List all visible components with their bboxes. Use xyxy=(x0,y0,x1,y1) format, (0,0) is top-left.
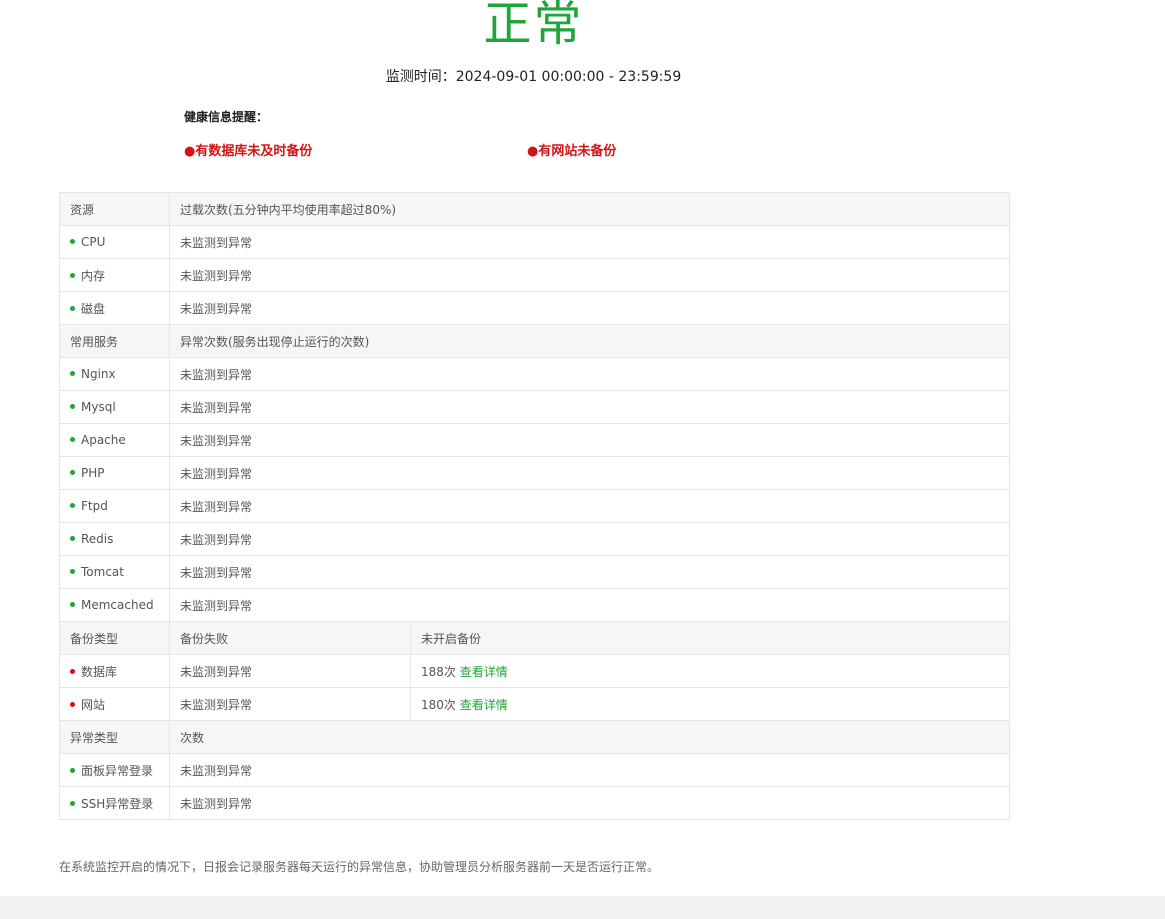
backup-header-not-enabled: 未开启备份 xyxy=(409,621,1011,655)
row-name: CPU xyxy=(81,235,106,249)
bottom-bar xyxy=(0,896,1165,919)
row-value: 未监测到异常 xyxy=(168,588,1011,622)
status-dot-icon xyxy=(70,800,75,806)
row-name: Redis xyxy=(81,532,114,546)
row-not-enabled-count: 188次 xyxy=(421,664,456,679)
monitor-time: 监测时间：2024-09-01 00:00:00 - 23:59:59 xyxy=(385,69,682,85)
status-dot-icon xyxy=(70,305,75,311)
row-name: PHP xyxy=(81,466,105,480)
row-value: 未监测到异常 xyxy=(168,423,1011,457)
table-row: Ftpd 未监测到异常 xyxy=(59,489,1011,523)
row-value: 未监测到异常 xyxy=(168,522,1011,556)
row-value: 未监测到异常 xyxy=(168,489,1011,523)
status-dot-icon xyxy=(70,437,75,442)
row-value: 未监测到异常 xyxy=(168,456,1011,490)
status-dot-icon xyxy=(70,536,75,541)
status-dot-icon xyxy=(70,569,75,574)
services-header-row: 常用服务 异常次数(服务出现停止运行的次数) xyxy=(59,324,1011,358)
status-dot-icon xyxy=(70,371,75,376)
anomaly-header-row: 异常类型 次数 xyxy=(59,720,1011,754)
row-name: 面板异常登录 xyxy=(81,763,154,778)
row-name: 数据库 xyxy=(81,664,118,679)
row-value: 未监测到异常 xyxy=(168,258,1011,292)
row-failed: 未监测到异常 xyxy=(169,687,411,721)
row-name: Mysql xyxy=(81,400,116,414)
table-row: Memcached 未监测到异常 xyxy=(59,588,1011,622)
row-value: 未监测到异常 xyxy=(168,357,1011,391)
status-title: 正常 xyxy=(483,0,584,52)
status-dot-icon xyxy=(70,602,75,607)
row-name: Tomcat xyxy=(81,565,124,579)
table-row: PHP 未监测到异常 xyxy=(59,456,1011,490)
status-dot-icon xyxy=(70,239,75,244)
row-value: 未监测到异常 xyxy=(168,786,1011,820)
status-dot-icon xyxy=(70,767,75,773)
table-row: 数据库 未监测到异常 188次 查看详情 xyxy=(59,654,1011,688)
backup-header-row: 备份类型 备份失败 未开启备份 xyxy=(59,621,1011,655)
status-dot-icon xyxy=(70,668,75,674)
table-row: 面板异常登录 未监测到异常 xyxy=(59,753,1011,787)
status-dot-icon xyxy=(70,503,75,508)
row-value: 未监测到异常 xyxy=(168,390,1011,424)
anomaly-header-name: 异常类型 xyxy=(59,720,170,754)
row-name: 内存 xyxy=(81,268,106,283)
footer-note: 在系统监控开启的情况下，日报会记录服务器每天运行的异常信息，协助管理员分析服务器… xyxy=(59,860,660,874)
alert-database-backup: ●有数据库未及时备份 xyxy=(184,144,313,159)
health-reminder-label: 健康信息提醒： xyxy=(184,110,269,124)
table-row: Mysql 未监测到异常 xyxy=(59,390,1011,424)
row-name: Memcached xyxy=(81,598,154,612)
row-value: 未监测到异常 xyxy=(168,291,1011,325)
table-row: Nginx 未监测到异常 xyxy=(59,357,1011,391)
row-name: Nginx xyxy=(81,367,116,381)
resource-header-name: 资源 xyxy=(59,192,170,226)
table-row: CPU 未监测到异常 xyxy=(59,225,1011,259)
table-row: Apache 未监测到异常 xyxy=(59,423,1011,457)
backup-header-name: 备份类型 xyxy=(59,621,170,655)
alert-website-backup: ●有网站未备份 xyxy=(527,144,617,159)
status-dot-icon xyxy=(70,701,75,707)
table-row: Tomcat 未监测到异常 xyxy=(59,555,1011,589)
view-details-link[interactable]: 查看详情 xyxy=(460,698,508,712)
services-header-name: 常用服务 xyxy=(59,324,170,358)
table-row: 磁盘 未监测到异常 xyxy=(59,291,1011,325)
resource-header-value: 过载次数(五分钟内平均使用率超过80%) xyxy=(168,192,1011,226)
row-name: 磁盘 xyxy=(81,301,106,316)
row-name: 网站 xyxy=(81,697,106,712)
resource-header-row: 资源 过载次数(五分钟内平均使用率超过80%) xyxy=(59,192,1011,226)
table-row: 内存 未监测到异常 xyxy=(59,258,1011,292)
row-name: Apache xyxy=(81,433,126,447)
row-value: 未监测到异常 xyxy=(168,555,1011,589)
status-dot-icon xyxy=(70,404,75,409)
backup-header-failed: 备份失败 xyxy=(169,621,411,655)
table-row: SSH异常登录 未监测到异常 xyxy=(59,786,1011,820)
row-value: 未监测到异常 xyxy=(168,225,1011,259)
row-value: 未监测到异常 xyxy=(168,753,1011,787)
table-row: Redis 未监测到异常 xyxy=(59,522,1011,556)
row-failed: 未监测到异常 xyxy=(169,654,411,688)
services-header-value: 异常次数(服务出现停止运行的次数) xyxy=(168,324,1011,358)
daily-report-table: 资源 过载次数(五分钟内平均使用率超过80%) CPU 未监测到异常 内存 未监… xyxy=(59,192,1011,820)
anomaly-header-value: 次数 xyxy=(168,720,1011,754)
status-dot-icon xyxy=(70,470,75,475)
view-details-link[interactable]: 查看详情 xyxy=(460,665,508,679)
row-name: SSH异常登录 xyxy=(81,796,154,811)
row-not-enabled-count: 180次 xyxy=(421,697,456,712)
row-name: Ftpd xyxy=(81,499,108,513)
status-dot-icon xyxy=(70,272,75,278)
table-row: 网站 未监测到异常 180次 查看详情 xyxy=(59,687,1011,721)
